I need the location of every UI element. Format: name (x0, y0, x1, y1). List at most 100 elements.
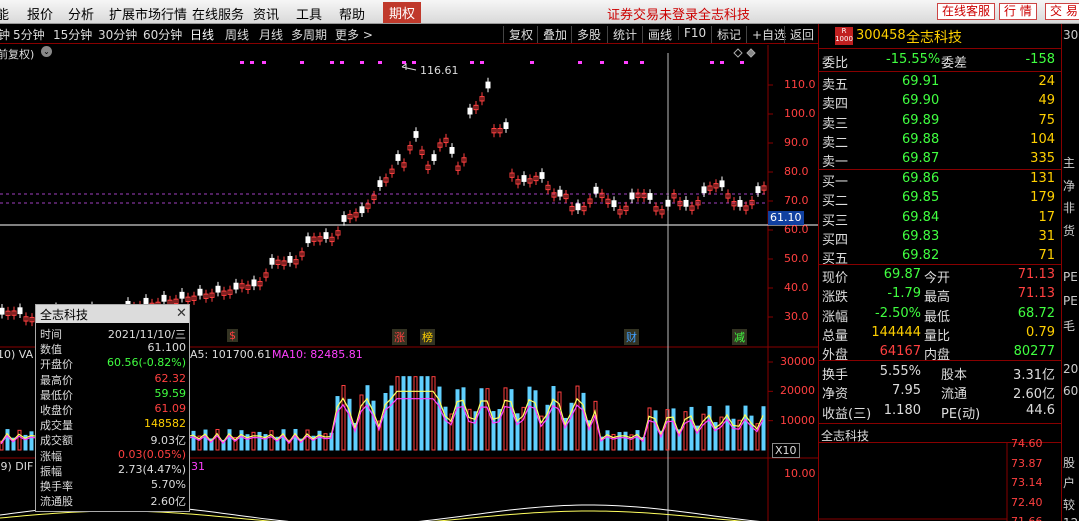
sell-level-row: 卖三 69.89 75 (819, 112, 1059, 132)
adjust-type-label[interactable]: 前复权) (0, 46, 34, 62)
menu-item-help[interactable]: 帮助 (339, 4, 365, 23)
badge-top: R (841, 27, 847, 35)
diamond-icon[interactable] (733, 48, 743, 58)
badge-bottom: 1000 (835, 35, 853, 43)
menu-item-news[interactable]: 资讯 (253, 4, 279, 23)
stat-label: 流通 (941, 387, 968, 403)
period-60min[interactable]: 60分钟 (143, 26, 182, 43)
event-marker[interactable]: 榜 (420, 329, 435, 345)
diamond-filled-icon[interactable] (746, 48, 756, 58)
stat-value: 69.87 (883, 267, 921, 282)
stat-label: 涨跌 (822, 290, 849, 306)
level-price: 69.91 (902, 74, 940, 89)
period-more[interactable]: 更多 > (335, 26, 373, 43)
tooltip-label: 数值 (40, 343, 62, 357)
edge-label: 60 (1063, 384, 1079, 398)
menu-item-extended-market[interactable]: 扩展市场行情 (109, 4, 187, 23)
menu-item[interactable]: 能 (0, 4, 9, 23)
stat-value: -2.50% (875, 305, 921, 321)
period-5min[interactable]: 5分钟 (13, 26, 45, 43)
level-price: 69.87 (902, 151, 940, 167)
tooltip-row: 最低价 59.59 (36, 387, 189, 402)
macd-indicator-label[interactable]: ,9) DIF (0, 460, 33, 473)
period-1min[interactable]: 钟 (0, 26, 10, 43)
menu-item-options[interactable]: 期权 (383, 2, 422, 23)
price-axis-tick: 30.0 (784, 310, 809, 323)
stat-label: PE(动) (941, 406, 981, 422)
right-edge-panel: 30 主净非货 PE PE 毛 20 60 股户较 12 (1061, 24, 1079, 521)
tooltip-label: 涨幅 (40, 449, 62, 463)
tooltip-value: 2.60亿 (150, 495, 187, 509)
menu-bar: 能 报价 分析 扩展市场行情 在线服务 资讯 工具 帮助 期权 证券交易未登录 … (0, 0, 1079, 24)
edge-label: 20 (1063, 362, 1079, 376)
stat-label: 最高 (924, 290, 951, 306)
volume-axis-tick: 20000 (780, 384, 815, 398)
trade-button[interactable]: 交 易 (1045, 3, 1079, 20)
event-marker[interactable]: $ (227, 329, 238, 342)
adjust-button[interactable]: 复权 (503, 26, 533, 43)
stat-label: 净资 (822, 387, 849, 403)
period-daily[interactable]: 日线 (190, 26, 214, 43)
price-axis-tick: 80.0 (784, 165, 809, 178)
tooltip-label: 最高价 (40, 373, 73, 387)
overlay-button[interactable]: 叠加 (537, 26, 567, 43)
edge-label: 户 (1063, 476, 1076, 490)
mark-button[interactable]: 标记 (711, 26, 741, 43)
online-support-button[interactable]: 在线客服 (937, 3, 996, 20)
tooltip-label: 最低价 (40, 388, 73, 402)
event-marker[interactable]: 财 (624, 329, 639, 345)
tooltip-row: 收盘价 61.09 (36, 402, 189, 417)
statistics-button[interactable]: 统计 (607, 26, 637, 43)
f10-button[interactable]: F10 (678, 26, 706, 40)
tooltip-row: 开盘价 60.56(-0.82%) (36, 356, 189, 371)
level-label: 卖四 (822, 97, 849, 113)
login-notice[interactable]: 证券交易未登录 (607, 4, 698, 23)
menu-item-analysis[interactable]: 分析 (68, 4, 94, 23)
stat-value: 7.95 (892, 383, 921, 399)
period-monthly[interactable]: 月线 (259, 26, 283, 43)
stat-label: 收益(三) (822, 406, 872, 422)
period-weekly[interactable]: 周线 (225, 26, 249, 43)
level-volume: 24 (1038, 74, 1055, 89)
multi-stock-button[interactable]: 多股 (571, 26, 601, 43)
stock-code: 300458 (856, 28, 906, 43)
add-watchlist-button[interactable]: +自选 (746, 26, 786, 43)
period-multi[interactable]: 多周期 (291, 26, 327, 43)
level-volume: 179 (1030, 190, 1055, 206)
price-axis-tick: 50.0 (784, 252, 809, 265)
max-price-label: 116.61 (420, 64, 459, 77)
stat-row: 涨幅 -2.50% 最低 68.72 (819, 305, 1059, 325)
stat-value: 0.79 (1026, 324, 1055, 340)
level-label: 买三 (822, 213, 849, 229)
tooltip-value: 0.03(0.05%) (117, 447, 186, 461)
menu-item-tools[interactable]: 工具 (296, 4, 322, 23)
volume-ma10-label: MA10: 82485.81 (272, 348, 363, 361)
sell-level-row: 卖四 69.90 49 (819, 92, 1059, 113)
level-label: 买一 (822, 175, 849, 190)
close-icon[interactable]: ✕ (176, 306, 187, 321)
stat-value: 1.180 (883, 402, 921, 418)
level-label: 买四 (822, 232, 849, 248)
menu-item-quote[interactable]: 报价 (27, 4, 53, 23)
stat-label: 现价 (822, 271, 849, 286)
tooltip-row: 成交额 9.03亿 (36, 432, 189, 447)
quote-button[interactable]: 行 情 (999, 3, 1037, 20)
stat-value: 64167 (879, 344, 921, 360)
chevron-down-icon[interactable]: ⌄ (41, 46, 52, 57)
data-tooltip: 全志科技 ✕ 时间 2021/11/10/三 数值 61.100 开盘价 60.56(-0… (35, 304, 190, 512)
event-marker[interactable]: 减 (732, 329, 747, 345)
period-30min[interactable]: 30分钟 (98, 26, 137, 43)
period-15min[interactable]: 15分钟 (53, 26, 92, 43)
fundamental-row: 净资 7.95 流通 2.60亿 (819, 382, 1059, 403)
price-axis-tick: 70.0 (784, 194, 809, 207)
volume-indicator-label[interactable]: 10) VA (0, 348, 33, 361)
event-marker[interactable]: 涨 (392, 329, 407, 345)
tooltip-title: 全志科技 (36, 305, 189, 323)
menu-item-online-service[interactable]: 在线服务 (192, 4, 244, 23)
level-label: 卖五 (822, 78, 849, 93)
back-button[interactable]: 返回 (784, 26, 814, 43)
draw-line-button[interactable]: 画线 (642, 26, 672, 43)
edge-label: 毛 (1063, 319, 1076, 333)
stat-value: 71.13 (1017, 267, 1055, 282)
stat-value: 80277 (1013, 344, 1055, 360)
